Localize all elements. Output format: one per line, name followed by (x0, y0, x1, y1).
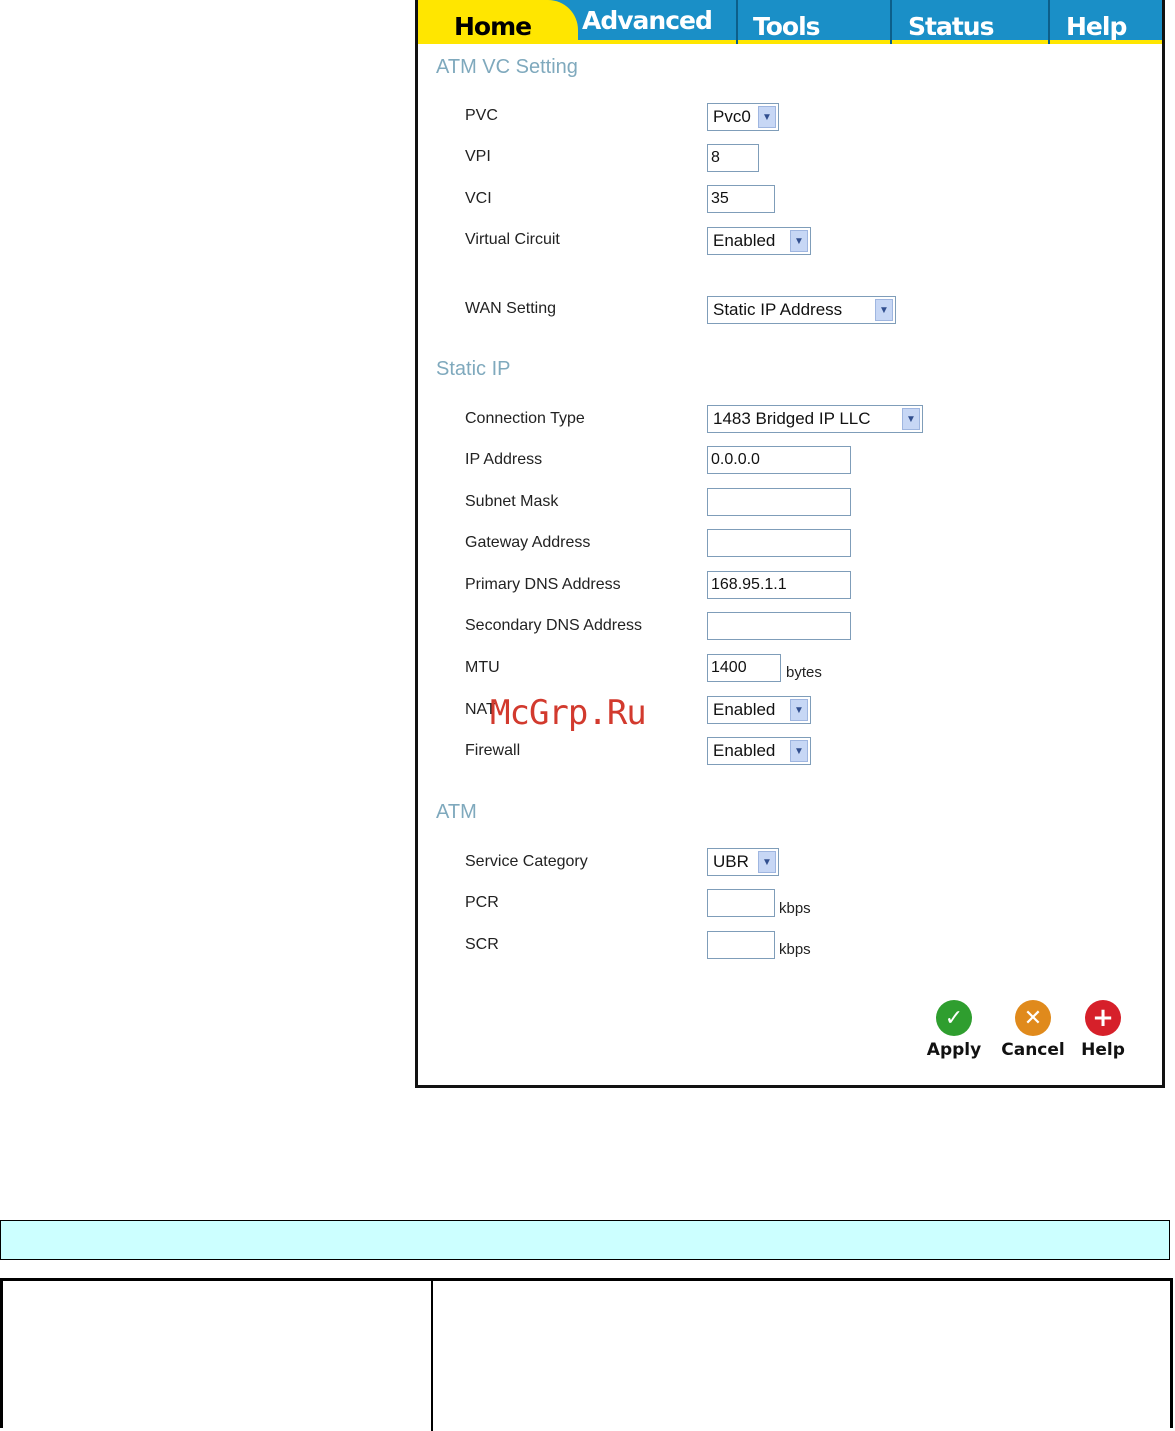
ip-address-input[interactable]: 0.0.0.0 (707, 446, 851, 474)
tab-help[interactable]: Help (1066, 0, 1162, 44)
scr-label: SCR (465, 936, 499, 953)
help-label: Help (1081, 1040, 1125, 1060)
gateway-address-input[interactable] (707, 529, 851, 557)
pvc-value: Pvc0 (713, 107, 751, 126)
tab-advanced[interactable]: Advanced (578, 0, 738, 38)
tab-bar: Home Advanced Tools Status Help (418, 0, 1162, 44)
watermark-text: McGrp.Ru (490, 693, 647, 733)
pcr-input[interactable] (707, 889, 775, 917)
chevron-down-icon: ▼ (902, 408, 920, 430)
wan-setting-select[interactable]: Static IP Address ▼ (707, 296, 896, 324)
connection-type-label: Connection Type (465, 410, 585, 427)
vpi-input[interactable]: 8 (707, 144, 759, 172)
service-category-select[interactable]: UBR ▼ (707, 848, 779, 876)
cancel-label: Cancel (1001, 1040, 1065, 1060)
chevron-down-icon: ▼ (758, 106, 776, 128)
secondary-dns-label: Secondary DNS Address (465, 617, 642, 634)
tab-status[interactable]: Status (908, 0, 1048, 44)
connection-type-select[interactable]: 1483 Bridged IP LLC ▼ (707, 405, 923, 433)
tab-home[interactable]: Home (418, 0, 578, 44)
wan-setting-value: Static IP Address (713, 300, 843, 319)
chevron-down-icon: ▼ (790, 740, 808, 762)
service-category-value: UBR (713, 852, 749, 871)
plus-icon: + (1085, 1000, 1121, 1036)
cancel-button[interactable]: ✕ Cancel (998, 1000, 1068, 1060)
chevron-down-icon: ▼ (758, 851, 776, 873)
pcr-unit: kbps (779, 900, 811, 917)
nat-select[interactable]: Enabled ▼ (707, 696, 811, 724)
close-icon: ✕ (1015, 1000, 1051, 1036)
table-column-divider (431, 1281, 433, 1431)
tab-separator (736, 0, 738, 44)
virtual-circuit-select[interactable]: Enabled ▼ (707, 227, 811, 255)
tab-separator (890, 0, 892, 44)
wan-setting-label: WAN Setting (465, 300, 556, 317)
firewall-select[interactable]: Enabled ▼ (707, 737, 811, 765)
section-title-static-ip: Static IP (436, 358, 511, 380)
vci-label: VCI (465, 190, 492, 207)
secondary-dns-input[interactable] (707, 612, 851, 640)
mtu-label: MTU (465, 659, 500, 676)
check-icon: ✓ (936, 1000, 972, 1036)
gateway-address-label: Gateway Address (465, 534, 591, 551)
virtual-circuit-label: Virtual Circuit (465, 231, 560, 248)
section-title-atm-vc: ATM VC Setting (436, 56, 578, 78)
virtual-circuit-value: Enabled (713, 231, 776, 250)
mtu-unit: bytes (786, 664, 822, 681)
nat-value: Enabled (713, 700, 776, 719)
chevron-down-icon: ▼ (875, 299, 893, 321)
firewall-label: Firewall (465, 742, 521, 759)
ip-address-label: IP Address (465, 451, 543, 468)
primary-dns-label: Primary DNS Address (465, 576, 621, 593)
mtu-input[interactable]: 1400 (707, 654, 781, 682)
description-table (0, 1278, 1173, 1431)
apply-button[interactable]: ✓ Apply (924, 1000, 984, 1060)
vci-input[interactable]: 35 (707, 185, 775, 213)
section-title-atm: ATM (436, 801, 477, 823)
tab-tools[interactable]: Tools (753, 0, 893, 44)
apply-label: Apply (926, 1040, 982, 1060)
subnet-mask-input[interactable] (707, 488, 851, 516)
pvc-label: PVC (465, 107, 498, 124)
chevron-down-icon: ▼ (790, 230, 808, 252)
tab-separator (1048, 0, 1050, 44)
scr-input[interactable] (707, 931, 775, 959)
chevron-down-icon: ▼ (790, 699, 808, 721)
primary-dns-input[interactable]: 168.95.1.1 (707, 571, 851, 599)
info-bar (0, 1220, 1170, 1260)
help-button[interactable]: + Help (1078, 1000, 1128, 1060)
service-category-label: Service Category (465, 853, 588, 870)
pcr-label: PCR (465, 894, 499, 911)
subnet-mask-label: Subnet Mask (465, 493, 559, 510)
connection-type-value: 1483 Bridged IP LLC (713, 409, 871, 428)
pvc-select[interactable]: Pvc0 ▼ (707, 103, 779, 131)
vpi-label: VPI (465, 148, 491, 165)
firewall-value: Enabled (713, 741, 776, 760)
scr-unit: kbps (779, 941, 811, 958)
router-config-panel: Home Advanced Tools Status Help ATM VC S… (415, 0, 1165, 1088)
